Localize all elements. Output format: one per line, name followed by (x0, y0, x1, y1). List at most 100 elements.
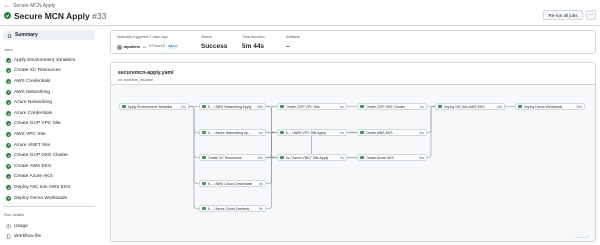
job-node-name: Deploy NIC into AWS EKS (443, 104, 485, 109)
sidebar-job-item[interactable]: AWS Networking (3, 87, 95, 98)
page-title: Secure MCN Apply #33 (4, 10, 106, 21)
job-node-duration: 1m (339, 104, 344, 109)
run-details-heading: Run details (4, 212, 25, 217)
graph-job-node[interactable]: A... / Azure Networking Ap... 1m (199, 129, 266, 136)
commit-sha-link[interactable]: 5f4ed48 (149, 45, 165, 49)
job-name: Create AWS EKS (14, 163, 52, 169)
sidebar-summary-label: Summary (15, 32, 38, 38)
job-node-name: Deploy Demo Workloads (523, 104, 563, 109)
run-summary-card: Manually triggered 2 days ago drpotters … (110, 30, 596, 54)
graph-job-node[interactable]: Az / Azure VNET Site Apply 9s (277, 154, 347, 161)
trigger-caption: Manually triggered 2 days ago (117, 35, 168, 39)
sidebar-job-item[interactable]: Create AWS EKS (3, 161, 95, 172)
job-name: Create XC Resources (14, 68, 61, 74)
success-check-icon (6, 89, 11, 95)
workflow-name: Secure MCN Apply (14, 10, 90, 21)
job-node-name: Apply Environment Variables (127, 104, 173, 109)
sidebar-item-usage[interactable]: Usage (3, 221, 95, 231)
job-node-name: Az / Azure VNET Site Apply (285, 155, 329, 160)
job-node-name: Create XC Resources (207, 155, 242, 160)
job-name: Azure Credentials (14, 110, 53, 116)
job-dependency-edges (189, 106, 515, 209)
success-check-icon (6, 110, 11, 116)
usage-label: Usage (14, 223, 28, 229)
success-check-icon (122, 104, 126, 109)
sidebar-job-item[interactable]: Create GCP GKE Cluster (3, 150, 95, 161)
arrow-left-icon: ← (4, 3, 10, 9)
job-name: Apply Environment Variables (14, 57, 76, 63)
sidebar-job-item[interactable]: Deploy Demo Workloads (3, 193, 95, 204)
success-check-icon (6, 163, 11, 169)
success-check-icon (6, 142, 11, 148)
success-check-icon (6, 131, 11, 137)
job-node-duration: 1m (419, 104, 424, 109)
sidebar-divider (3, 206, 95, 207)
file-icon (7, 233, 11, 239)
status-label: Status (201, 35, 212, 39)
back-to-workflow-link[interactable]: ← Secure MCN Apply (4, 2, 55, 10)
success-check-icon (6, 57, 11, 63)
sidebar-job-item[interactable]: Create XC Resources (3, 66, 95, 77)
job-name: Deploy NIC into AWS EKS (14, 184, 71, 190)
success-check-icon (202, 206, 206, 211)
actor-link[interactable]: drpotters (124, 45, 141, 49)
graph-job-node[interactable]: A... / AWS Networking Apply 59s (199, 103, 266, 110)
sidebar-item-summary[interactable]: Summary (3, 30, 95, 40)
run-title: Secure MCN Apply #33 (14, 11, 106, 21)
job-node-duration: 9s (340, 130, 344, 135)
duration-label: Total duration (242, 35, 265, 39)
job-node-name: A... / Azure Cloud Credenti... (207, 206, 252, 211)
header-divider (0, 25, 600, 26)
sidebar-job-item[interactable]: Azure Networking (3, 97, 95, 108)
sidebar-job-item[interactable]: AWS VPC Site (3, 129, 95, 140)
graph-zoom-control[interactable]: — —— + (575, 235, 589, 239)
graph-job-node[interactable]: Create GCP GKE Cluster 1m (357, 103, 427, 110)
job-name: Deploy Demo Workloads (14, 195, 67, 201)
sidebar-job-item[interactable]: Deploy NIC into AWS EKS (3, 182, 95, 193)
graph-job-node[interactable]: A... / Azure Cloud Credenti... 8s (199, 205, 266, 212)
sidebar-job-item[interactable]: Azure VNET Site (3, 140, 95, 151)
clock-icon (6, 223, 11, 229)
graph-job-node[interactable]: Deploy NIC into AWS EKS 19s (435, 103, 505, 110)
job-node-name: Create Azure AKS (365, 155, 394, 160)
rerun-all-jobs-button[interactable]: Re-run all jobs (543, 10, 583, 20)
job-name: AWS Credentials (14, 78, 51, 84)
graph-job-node[interactable]: A... / AWS Cloud Credentials 8s (199, 180, 266, 187)
sidebar-job-item[interactable]: Create Azure AKS (3, 172, 95, 183)
graph-job-node[interactable]: Create GCP VPC Site 1m (277, 103, 347, 110)
job-node-name: Create GCP GKE Cluster (365, 104, 405, 109)
success-check-icon (438, 104, 442, 109)
dependency-edge (266, 157, 277, 209)
sidebar-job-item[interactable]: AWS Credentials (3, 76, 95, 87)
job-node-name: Create GCP VPC Site (285, 104, 320, 109)
success-check-icon (360, 155, 364, 160)
success-check-icon (4, 12, 11, 19)
commit-icon: -o- (142, 45, 147, 50)
job-name: Create Azure AKS (14, 174, 53, 180)
success-check-icon (6, 153, 11, 159)
job-name: Create GCP VPC Site (14, 121, 61, 127)
sidebar-job-item[interactable]: Create GCP VPC Site (3, 119, 95, 130)
artifacts-value: – (286, 43, 290, 50)
graph-job-node[interactable]: Create XC Resources 16s (199, 154, 266, 161)
sidebar-job-item[interactable]: Apply Environment Variables (3, 55, 95, 66)
success-check-icon (6, 195, 11, 201)
graph-job-node[interactable]: A... / AWS VPC Site Apply 9s (277, 129, 347, 136)
back-link-label: Secure MCN Apply (13, 3, 56, 9)
sidebar-job-item[interactable]: Azure Credentials (3, 108, 95, 119)
branch-badge[interactable]: main (166, 45, 179, 50)
sidebar-item-workflow-file[interactable]: Workflow file (3, 231, 95, 241)
more-options-button[interactable]: ··· (586, 10, 596, 20)
graph-job-node[interactable]: Apply Environment Variables 11s (119, 103, 189, 110)
graph-job-node[interactable]: Create Azure AKS 5m (357, 154, 427, 161)
graph-job-node[interactable]: Deploy Demo Workloads 30s (515, 103, 585, 110)
success-check-icon (360, 130, 364, 135)
job-node-duration: 16s (257, 155, 263, 160)
success-check-icon (202, 155, 206, 160)
home-icon (7, 32, 12, 38)
success-check-icon (6, 68, 11, 74)
success-check-icon (6, 78, 11, 84)
job-node-name: A... / AWS Networking Apply (207, 104, 252, 109)
graph-job-node[interactable]: Create AWS EKS 4m (357, 129, 427, 136)
trigger-details: drpotters -o- 5f4ed48 main (117, 45, 179, 50)
